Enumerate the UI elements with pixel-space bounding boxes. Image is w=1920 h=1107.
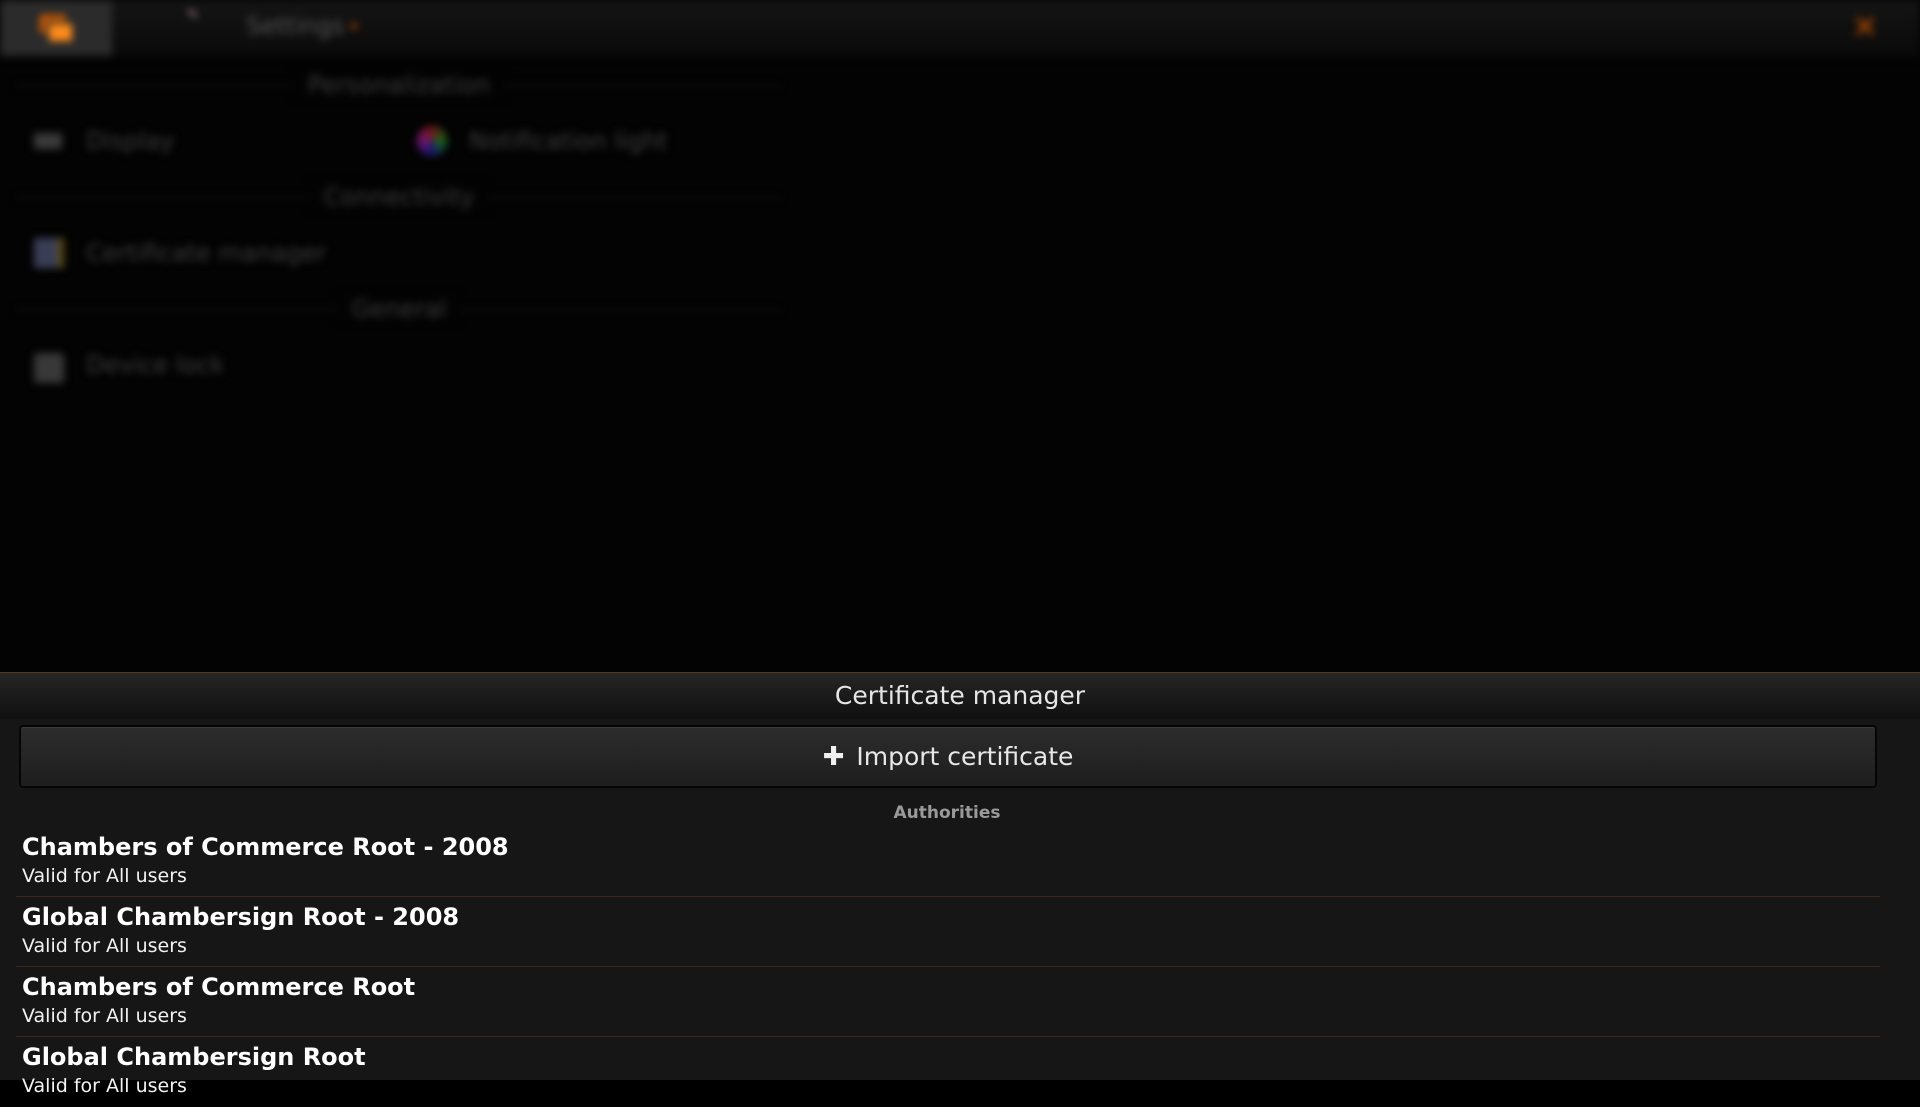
certificate-name: Global Chambersign Root	[22, 1043, 366, 1071]
section-header-general: General	[16, 295, 782, 325]
color-wheel-icon	[417, 126, 447, 156]
certificate-row[interactable]: Global Chambersign Root Valid for All us…	[16, 1037, 1880, 1107]
pencil-icon[interactable]: ✎	[187, 8, 201, 22]
import-certificate-button[interactable]: ✚ Import certificate	[19, 725, 1877, 788]
chevron-down-icon: ▾	[350, 19, 358, 35]
section-header-personalization: Personalization	[16, 71, 782, 101]
certificate-icon	[34, 238, 64, 268]
certificate-row[interactable]: Chambers of Commerce Root Valid for All …	[16, 967, 1880, 1037]
authorities-heading: Authorities	[893, 803, 1001, 823]
settings-dropdown[interactable]: Settings ▾	[246, 12, 357, 44]
settings-item-certificate-manager[interactable]: Certificate manager	[34, 233, 394, 273]
section-label: General	[337, 295, 461, 323]
certificate-validity: Valid for All users	[22, 865, 187, 887]
lock-icon	[34, 353, 64, 383]
settings-item-label: Device lock	[86, 351, 225, 379]
settings-dropdown-label: Settings	[246, 12, 345, 40]
settings-background: ✎ Settings ▾ ✕ Personalization Display No…	[0, 0, 1920, 672]
display-icon	[34, 133, 62, 149]
settings-item-label: Certificate manager	[86, 239, 327, 267]
app-windows-icon-front	[46, 21, 72, 41]
certificate-name: Chambers of Commerce Root	[22, 973, 416, 1001]
blurred-settings-view: ✎ Settings ▾ ✕ Personalization Display No…	[0, 0, 1920, 672]
settings-item-label: Display	[86, 127, 175, 155]
plus-icon: ✚	[822, 741, 845, 772]
settings-item-label: Notification light	[469, 127, 668, 155]
top-bar: ✎ Settings ▾ ✕	[0, 0, 1920, 56]
certificate-validity: Valid for All users	[22, 935, 187, 957]
certificate-validity: Valid for All users	[22, 1075, 187, 1097]
settings-item-notification-light[interactable]: Notification light	[417, 121, 777, 161]
certificate-manager-panel: Certificate manager ✚ Import certificate…	[0, 672, 1920, 1097]
certificate-validity: Valid for All users	[22, 1005, 187, 1027]
settings-item-device-lock[interactable]: Device lock	[34, 345, 334, 385]
certificate-row[interactable]: Global Chambersign Root - 2008 Valid for…	[16, 897, 1880, 967]
certificate-row[interactable]: Chambers of Commerce Root - 2008 Valid f…	[16, 827, 1880, 897]
panel-title: Certificate manager	[0, 673, 1920, 719]
app-menu-button[interactable]	[0, 0, 112, 56]
certificate-list[interactable]: Chambers of Commerce Root - 2008 Valid f…	[16, 827, 1880, 1107]
section-label: Personalization	[294, 71, 504, 99]
settings-item-display[interactable]: Display	[34, 121, 334, 161]
certificate-name: Global Chambersign Root - 2008	[22, 903, 460, 931]
section-label: Connectivity	[309, 183, 489, 211]
section-header-connectivity: Connectivity	[16, 183, 782, 213]
import-certificate-label: Import certificate	[856, 742, 1074, 771]
certificate-name: Chambers of Commerce Root - 2008	[22, 833, 509, 861]
close-icon[interactable]: ✕	[1848, 10, 1882, 44]
